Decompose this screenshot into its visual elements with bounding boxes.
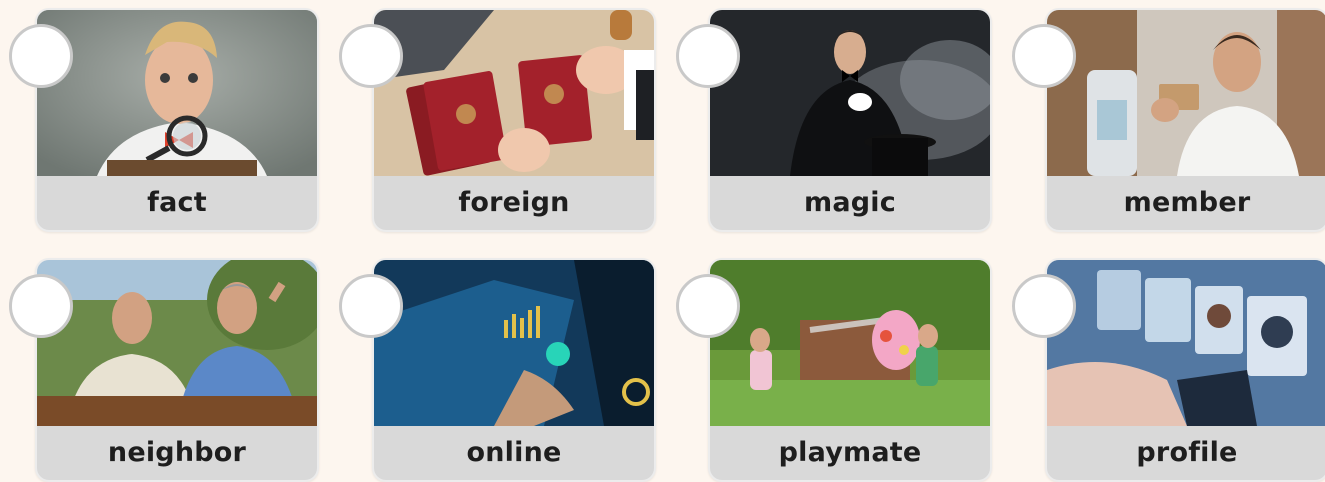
word-label: neighbor: [107, 436, 247, 468]
profile-image: [1047, 260, 1325, 426]
select-circle-magic[interactable]: [676, 24, 740, 88]
word-card-playmate[interactable]: playmate: [708, 258, 992, 482]
word-label: magic: [804, 186, 896, 218]
word-card-neighbor[interactable]: neighbor: [35, 258, 319, 482]
word-card-profile[interactable]: profile: [1045, 258, 1325, 482]
select-circle-neighbor[interactable]: [9, 274, 73, 338]
word-card-member[interactable]: member: [1045, 8, 1325, 232]
member-image: [1047, 10, 1325, 176]
select-circle-profile[interactable]: [1012, 274, 1076, 338]
select-circle-fact[interactable]: [9, 24, 73, 88]
word-card-online[interactable]: online: [372, 258, 656, 482]
fact-image: [37, 10, 317, 176]
select-circle-foreign[interactable]: [339, 24, 403, 88]
word-label: profile: [1136, 436, 1238, 468]
select-circle-online[interactable]: [339, 274, 403, 338]
vocabulary-card-grid: fact foreign magic member neighbor onlin…: [0, 0, 1325, 482]
neighbor-image: [37, 260, 317, 426]
magic-image: [710, 10, 990, 176]
foreign-image: [374, 10, 654, 176]
word-label: foreign: [458, 186, 570, 218]
select-circle-playmate[interactable]: [676, 274, 740, 338]
select-circle-member[interactable]: [1012, 24, 1076, 88]
word-card-foreign[interactable]: foreign: [372, 8, 656, 232]
word-label: fact: [147, 186, 207, 218]
word-card-fact[interactable]: fact: [35, 8, 319, 232]
word-label: playmate: [778, 436, 922, 468]
word-label: member: [1123, 186, 1251, 218]
online-image: [374, 260, 654, 426]
playmate-image: [710, 260, 990, 426]
word-label: online: [466, 436, 562, 468]
word-card-magic[interactable]: magic: [708, 8, 992, 232]
